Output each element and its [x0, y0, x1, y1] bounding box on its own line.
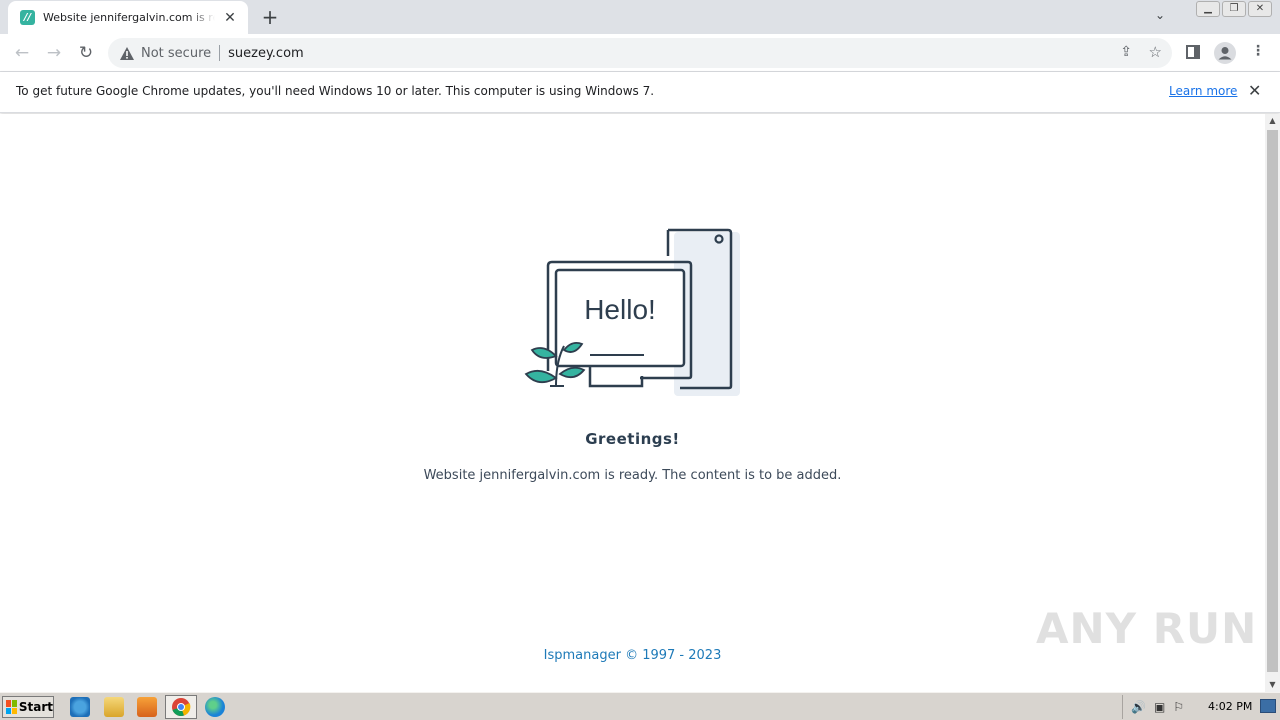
tab-strip: // Website jennifergalvin.com is ready. …: [0, 0, 1280, 34]
page-subtitle: Website jennifergalvin.com is ready. The…: [423, 468, 842, 483]
browser-toolbar: ← → ↻ Not secure suezey.com ⇪ ☆ ⋮: [0, 34, 1280, 72]
ie-icon[interactable]: [70, 697, 90, 717]
windows-taskbar: Start 🔊 ▣ ⚐ 4:02 PM: [0, 692, 1280, 720]
speaker-icon[interactable]: 🔊: [1131, 700, 1146, 714]
learn-more-link[interactable]: Learn more: [1169, 84, 1237, 98]
vertical-scrollbar[interactable]: ▲ ▼: [1265, 114, 1280, 692]
profile-icon[interactable]: [1214, 42, 1236, 64]
omnibox-separator: [219, 45, 221, 61]
scroll-up-arrow-icon[interactable]: ▲: [1265, 114, 1280, 128]
browser-tab[interactable]: // Website jennifergalvin.com is ready. …: [8, 1, 248, 34]
minimize-button[interactable]: ▁: [1196, 1, 1220, 17]
flag-icon[interactable]: ⚐: [1173, 700, 1184, 714]
warning-icon[interactable]: [120, 46, 134, 60]
page-heading: Greetings!: [585, 430, 680, 448]
start-button[interactable]: Start: [2, 696, 54, 718]
system-tray: 🔊 ▣ ⚐: [1122, 695, 1184, 719]
windows-logo-icon: [6, 700, 17, 714]
folder-icon[interactable]: [104, 697, 124, 717]
update-infobar: To get future Google Chrome updates, you…: [0, 72, 1280, 113]
restore-button[interactable]: ❐: [1222, 1, 1246, 17]
window-controls: ▁ ❐ ✕: [1196, 1, 1272, 17]
forward-arrow-icon[interactable]: →: [42, 41, 66, 65]
scroll-down-arrow-icon[interactable]: ▼: [1265, 678, 1280, 692]
chrome-icon: [172, 698, 191, 717]
media-player-icon[interactable]: [137, 697, 157, 717]
side-panel-icon[interactable]: [1186, 43, 1202, 63]
address-bar[interactable]: Not secure suezey.com ⇪ ☆: [108, 38, 1172, 68]
network-icon[interactable]: ▣: [1154, 700, 1165, 714]
hello-illustration: Hello!: [524, 228, 740, 396]
show-desktop-button[interactable]: [1260, 699, 1276, 713]
back-arrow-icon[interactable]: ←: [10, 41, 34, 65]
reload-icon[interactable]: ↻: [74, 41, 98, 65]
page-content: Hello! Greetings! Website jennifergalvin…: [0, 114, 1265, 692]
plus-icon[interactable]: +: [258, 5, 282, 29]
infobar-message: To get future Google Chrome updates, you…: [16, 84, 655, 98]
security-label[interactable]: Not secure: [141, 46, 211, 61]
scroll-thumb[interactable]: [1267, 130, 1278, 672]
tab-favicon-icon: //: [20, 10, 35, 25]
chrome-taskbar-button[interactable]: [165, 695, 197, 719]
illustration-hello-text: Hello!: [584, 294, 656, 325]
kebab-menu-icon[interactable]: ⋮: [1250, 43, 1266, 63]
close-icon[interactable]: ✕: [1248, 81, 1261, 100]
taskbar-clock[interactable]: 4:02 PM: [1208, 700, 1252, 713]
close-icon[interactable]: ✕: [222, 10, 238, 26]
window-close-button[interactable]: ✕: [1248, 1, 1272, 17]
tab-title: Website jennifergalvin.com is ready. The…: [43, 11, 215, 24]
edge-icon[interactable]: [205, 697, 225, 717]
anyrun-watermark: ANY RUN: [1036, 604, 1258, 653]
tab-search-chevron-icon[interactable]: ⌄: [1150, 8, 1170, 26]
share-icon[interactable]: ⇪: [1120, 44, 1132, 60]
star-icon[interactable]: ☆: [1149, 43, 1162, 61]
start-label: Start: [18, 700, 53, 714]
url-text[interactable]: suezey.com: [228, 46, 304, 61]
